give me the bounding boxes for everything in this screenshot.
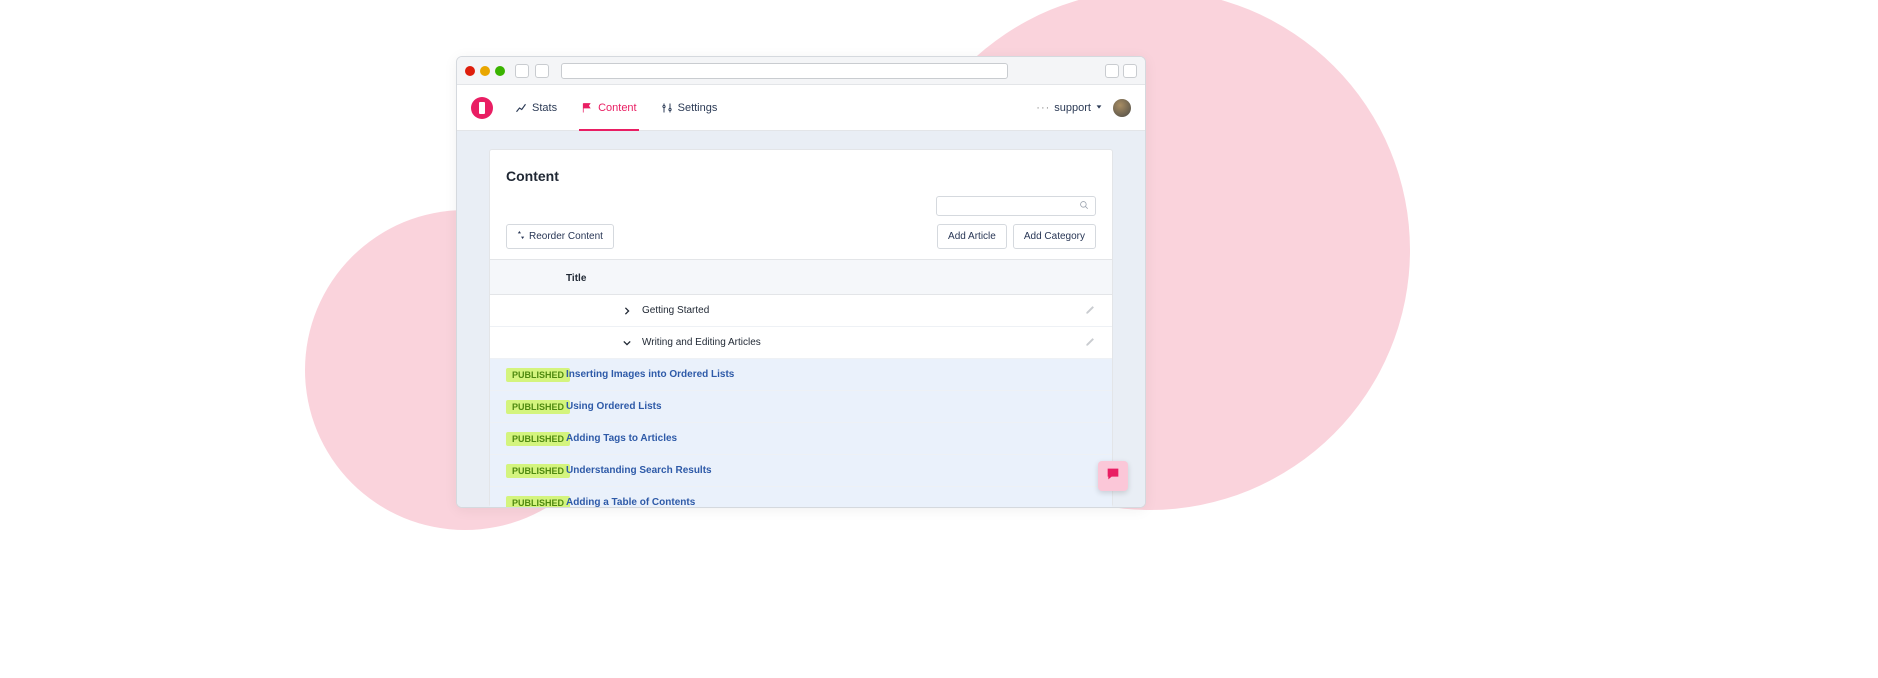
status-badge: PUBLISHED — [506, 400, 570, 414]
more-icon: ··· — [1036, 102, 1050, 114]
status-badge: PUBLISHED — [506, 496, 570, 508]
article-row[interactable]: PUBLISHED Understanding Search Results — [490, 455, 1112, 487]
status-badge: PUBLISHED — [506, 368, 570, 382]
caret-down-icon — [1095, 102, 1103, 114]
reorder-label: Reorder Content — [529, 231, 603, 242]
minimize-window-button[interactable] — [480, 66, 490, 76]
nav-forward-button[interactable] — [535, 64, 549, 78]
chat-widget-button[interactable] — [1098, 461, 1128, 491]
add-article-label: Add Article — [948, 231, 996, 242]
status-badge: PUBLISHED — [506, 464, 570, 478]
support-dropdown[interactable]: ··· support — [1036, 102, 1103, 114]
article-row[interactable]: PUBLISHED Adding a Table of Contents — [490, 487, 1112, 507]
chevron-right-icon — [622, 306, 632, 316]
chevron-down-icon — [622, 338, 632, 348]
article-row[interactable]: PUBLISHED Using Ordered Lists — [490, 391, 1112, 423]
search-icon — [1079, 197, 1089, 215]
article-title[interactable]: Inserting Images into Ordered Lists — [566, 369, 734, 380]
sliders-icon — [661, 102, 673, 114]
app-nav: Stats Content Settings ··· support — [457, 85, 1145, 131]
article-row[interactable]: PUBLISHED Adding Tags to Articles — [490, 423, 1112, 455]
app-logo[interactable] — [471, 97, 493, 119]
edit-icon[interactable] — [1085, 336, 1096, 350]
toolbar-button-a[interactable] — [1105, 64, 1119, 78]
article-title[interactable]: Adding Tags to Articles — [566, 433, 677, 444]
add-article-button[interactable]: Add Article — [937, 224, 1007, 249]
nav-stats[interactable]: Stats — [515, 85, 557, 130]
category-row[interactable]: Getting Started — [490, 295, 1112, 327]
nav-settings[interactable]: Settings — [661, 85, 718, 130]
content-card: Content Reorder Content — [489, 149, 1113, 507]
category-title: Getting Started — [642, 305, 709, 316]
category-title: Writing and Editing Articles — [642, 337, 761, 348]
close-window-button[interactable] — [465, 66, 475, 76]
app-body: Content Reorder Content — [457, 131, 1145, 507]
window-titlebar — [457, 57, 1145, 85]
toolbar-button-b[interactable] — [1123, 64, 1137, 78]
status-badge: PUBLISHED — [506, 432, 570, 446]
article-title[interactable]: Understanding Search Results — [566, 465, 712, 476]
article-row[interactable]: PUBLISHED Inserting Images into Ordered … — [490, 359, 1112, 391]
category-row[interactable]: Writing and Editing Articles — [490, 327, 1112, 359]
browser-window: Stats Content Settings ··· support — [456, 56, 1146, 508]
flag-icon — [581, 102, 593, 114]
table-header: Title — [490, 259, 1112, 295]
reorder-content-button[interactable]: Reorder Content — [506, 224, 614, 249]
add-category-button[interactable]: Add Category — [1013, 224, 1096, 249]
edit-icon[interactable] — [1085, 304, 1096, 318]
nav-content[interactable]: Content — [581, 85, 637, 130]
search-input[interactable] — [936, 196, 1096, 216]
article-title[interactable]: Using Ordered Lists — [566, 401, 662, 412]
add-category-label: Add Category — [1024, 231, 1085, 242]
nav-settings-label: Settings — [678, 102, 718, 114]
support-label: support — [1054, 102, 1091, 114]
th-title: Title — [566, 273, 586, 284]
reorder-icon — [517, 230, 525, 243]
stats-icon — [515, 102, 527, 114]
user-avatar[interactable] — [1113, 99, 1131, 117]
chat-icon — [1105, 466, 1121, 487]
article-title[interactable]: Adding a Table of Contents — [566, 497, 695, 507]
window-controls — [465, 66, 505, 76]
maximize-window-button[interactable] — [495, 66, 505, 76]
nav-stats-label: Stats — [532, 102, 557, 114]
address-bar[interactable] — [561, 63, 1008, 79]
page-title: Content — [506, 168, 1096, 184]
nav-content-label: Content — [598, 102, 637, 114]
nav-back-button[interactable] — [515, 64, 529, 78]
